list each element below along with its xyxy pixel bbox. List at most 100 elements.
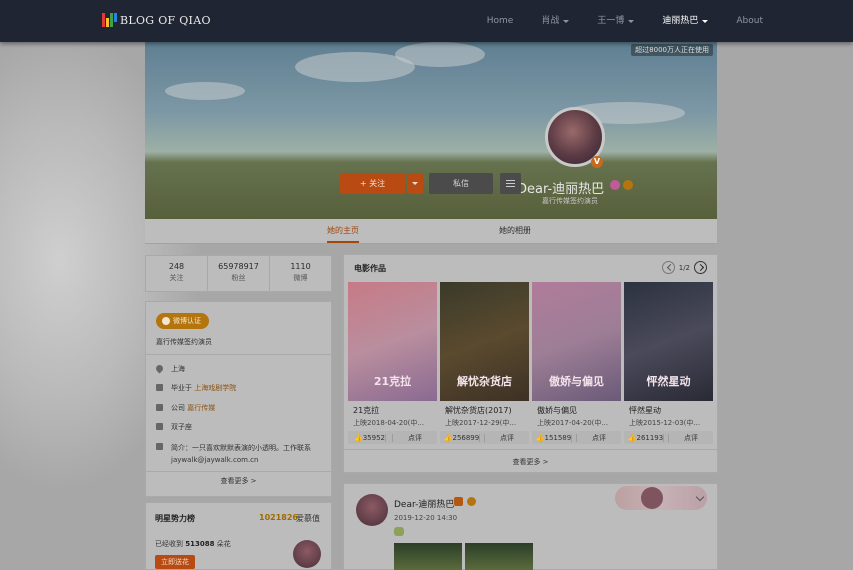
movie-poster[interactable]: 解忧杂货店: [440, 282, 529, 401]
verified-icon: [162, 317, 170, 325]
nav-item-label: 肖战: [541, 16, 560, 26]
flowers-received: 已经收到 513088 朵花: [155, 539, 231, 549]
info-location: 上海: [154, 363, 326, 374]
stat-posts[interactable]: 1110 微博: [270, 256, 331, 291]
flowers-prefix: 已经收到: [155, 540, 183, 548]
message-button[interactable]: 私信: [429, 173, 493, 194]
send-flower-button[interactable]: 立即送花: [155, 555, 195, 569]
school-prefix: 毕业于: [171, 384, 192, 392]
stat-number: 65978917: [218, 262, 259, 271]
movie-actions: 👍35952 点评: [348, 431, 437, 444]
emoji-icon: [394, 527, 404, 536]
nav-item-label: 王一博: [597, 16, 625, 26]
crown-icon: [467, 497, 476, 506]
comment-button[interactable]: 点评: [393, 433, 437, 443]
like-count: 151589: [544, 433, 573, 442]
school-link[interactable]: 上海戏剧学院: [194, 384, 236, 392]
tab-album[interactable]: 她的相册: [499, 219, 531, 243]
nav-item-3[interactable]: 迪丽热巴: [662, 0, 709, 42]
movies-title: 电影作品: [354, 264, 386, 273]
top-navbar: BLOG OF QIAO Home 肖战 王一博 迪丽热巴 About: [0, 0, 853, 42]
poster-title: 怦然星动: [646, 375, 691, 388]
location-icon: [154, 363, 165, 374]
movie-date: 上映2017-12-29(中...: [445, 419, 517, 427]
follow-dropdown-button[interactable]: [407, 173, 423, 194]
stat-number: 248: [168, 262, 185, 271]
movie-title[interactable]: 解忧杂货店(2017): [440, 405, 529, 416]
stat-label: 关注: [169, 274, 184, 282]
like-count: 256899: [452, 433, 481, 442]
like-count: 261193: [636, 433, 665, 442]
movie-card[interactable]: 解忧杂货店解忧杂货店(2017) 上映2017-12-29(中... 👍256899…: [440, 282, 529, 444]
movie-title[interactable]: 傲娇与偏见: [532, 405, 621, 416]
follow-button[interactable]: + 关注: [340, 173, 405, 194]
chevron-down-icon: [412, 182, 418, 185]
main-nav: Home 肖战 王一博 迪丽热巴 About: [459, 0, 763, 42]
star-power-panel: 明星势力榜 1021826 爱慕值 已经收到 513088 朵花 立即送花: [145, 502, 332, 569]
post-author[interactable]: Dear-迪丽热巴: [394, 497, 454, 510]
movie-card[interactable]: 傲娇与偏见 傲娇与偏见 上映2017-04-20(中... 👍151589 点评: [532, 282, 621, 444]
post-avatar[interactable]: [356, 494, 388, 526]
like-button[interactable]: 👍261193: [624, 433, 669, 442]
post-card: Dear-迪丽热巴 2019-12-20 14:30: [343, 483, 718, 570]
movie-poster[interactable]: 怦然星动: [624, 282, 713, 401]
verified-icon: V: [591, 156, 603, 168]
info-company: 公司 嘉行传媒: [156, 403, 326, 413]
power-title: 明星势力榜: [155, 514, 195, 523]
female-icon: [610, 180, 620, 190]
movie-title[interactable]: 怦然星动: [624, 405, 713, 416]
movie-poster[interactable]: 21克拉: [348, 282, 437, 401]
stat-following[interactable]: 248 关注: [146, 256, 208, 291]
movie-date: 上映2018-04-20(中...: [353, 419, 425, 427]
post-image[interactable]: [465, 543, 533, 570]
zodiac-icon: [156, 423, 163, 430]
movie-date: 上映2015-12-03(中...: [629, 419, 701, 427]
power-score: 1021826: [259, 513, 298, 522]
nav-item-1[interactable]: 肖战: [541, 0, 570, 42]
brand[interactable]: BLOG OF QIAO: [102, 10, 211, 30]
chevron-down-icon: [702, 19, 709, 23]
comment-button[interactable]: 点评: [485, 433, 529, 443]
post-image[interactable]: [394, 543, 462, 570]
verify-pill[interactable]: 微博认证: [156, 313, 209, 329]
power-avatar: [293, 540, 321, 568]
movies-panel: 电影作品 1/2 21克拉 21克拉 上映2018-04-20(中... 👍35952…: [343, 254, 718, 472]
nav-item-4[interactable]: About: [736, 0, 763, 42]
prev-page-button[interactable]: [661, 261, 675, 274]
verified-icon: [454, 497, 463, 506]
movie-actions: 👍151589 点评: [532, 431, 621, 444]
crown-icon: [623, 180, 633, 190]
comment-button[interactable]: 点评: [669, 433, 713, 443]
company-prefix: 公司: [171, 404, 185, 412]
movie-card[interactable]: 21克拉 21克拉上映2018-04-20(中... 👍35952 点评: [348, 282, 437, 444]
movie-actions: 👍261193 点评: [624, 431, 713, 444]
divider: [146, 354, 331, 355]
poster-title: 解忧杂货店: [457, 375, 512, 388]
movie-title[interactable]: 21克拉: [348, 405, 437, 416]
nav-item-0[interactable]: Home: [487, 0, 514, 42]
card-decoration: [615, 486, 707, 510]
info-more-link[interactable]: 查看更多 >: [146, 476, 331, 486]
movie-actions: 👍256899 点评: [440, 431, 529, 444]
stat-followers[interactable]: 65978917 粉丝: [208, 256, 270, 291]
tab-home[interactable]: 她的主页: [327, 219, 359, 243]
divider: [146, 471, 331, 472]
profile-name: Dear-迪丽热巴: [517, 182, 605, 197]
like-button[interactable]: 👍256899: [440, 433, 485, 442]
next-page-button[interactable]: [694, 261, 707, 274]
school-icon: [156, 384, 163, 391]
movies-more-link[interactable]: 查看更多 >: [343, 449, 718, 473]
like-button[interactable]: 👍151589: [532, 433, 577, 442]
nav-item-2[interactable]: 王一博: [597, 0, 635, 42]
comment-button[interactable]: 点评: [577, 433, 621, 443]
poster-title: 傲娇与偏见: [549, 375, 604, 388]
verify-description: 嘉行传媒签约演员: [156, 338, 212, 346]
company-link[interactable]: 嘉行传媒: [187, 404, 215, 412]
info-zodiac: 双子座: [156, 422, 326, 432]
stat-number: 1110: [290, 262, 311, 271]
like-button[interactable]: 👍35952: [348, 433, 393, 442]
movie-card[interactable]: 怦然星动 怦然星动 上映2015-12-03(中... 👍261193 点评: [624, 282, 713, 444]
more-button[interactable]: [500, 173, 521, 194]
movie-poster[interactable]: 傲娇与偏见: [532, 282, 621, 401]
power-score-label: 爱慕值: [296, 514, 320, 523]
